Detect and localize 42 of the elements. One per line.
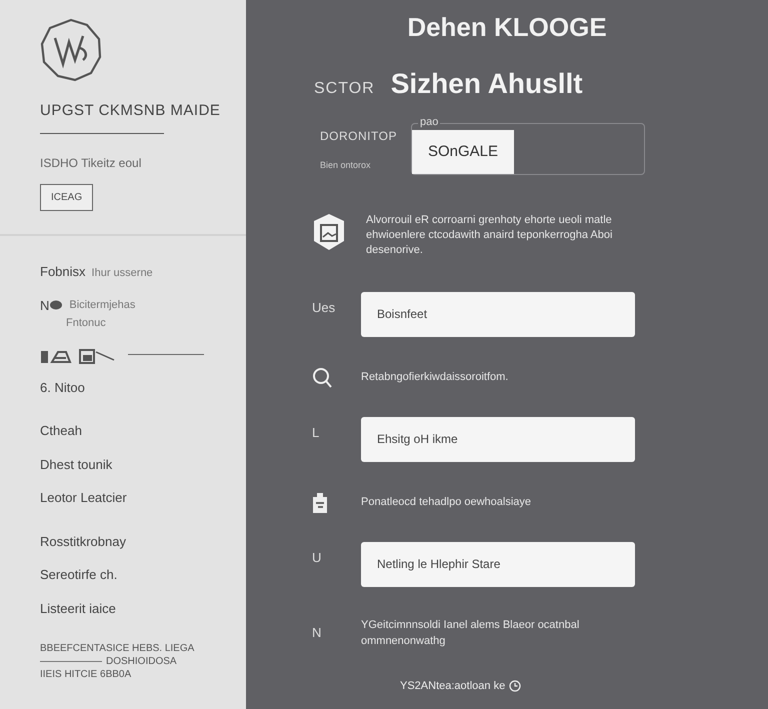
field-label: Ues — [312, 298, 336, 317]
clipboard-icon — [312, 492, 328, 514]
hint-text: YGeitcimnnsoldi Ianel alems Blaeor ocatnbal ommnenonwathg — [361, 618, 580, 650]
footer-text: YS2ANtea:aotloan ke — [400, 678, 506, 694]
input-field[interactable]: Netling le Hlephir Stare — [361, 542, 635, 587]
field-label: L — [312, 424, 320, 442]
shield-icon — [312, 213, 346, 251]
info-paragraph: Alvorrouil eR corroarni grenhoty ehorte ueoli matle ehwioenlere ctcodawith anaird teponkerrogha Aboi desenorive. — [366, 213, 614, 258]
heading-label: SCTOR — [314, 79, 375, 99]
sidebar-item[interactable]: Sereotirfe ch. — [40, 565, 246, 584]
sidebar-item[interactable]: Fobnisx — [40, 262, 86, 282]
sidebar-item[interactable]: 6. Nitoo — [40, 378, 246, 397]
sidebar-item[interactable]: Ctheah — [40, 421, 246, 440]
footer-note: IIEIS HITCIE 6BB0A — [40, 669, 132, 680]
logo-icon — [40, 18, 102, 82]
hint-text: Ponatleocd tehadlpo oewhoalsiaye — [361, 495, 532, 510]
sidebar-item[interactable]: Dhest tounik — [40, 454, 246, 474]
sidebar-subtitle: ISDHO Tikeitz eoul — [40, 154, 142, 172]
item-detail: Ihur usserne — [92, 266, 153, 281]
picker-button[interactable]: SOnGALE — [412, 130, 514, 174]
sidebar-item[interactable]: Leotor Leatcier — [40, 488, 246, 508]
picker-label: DORONITOP — [320, 128, 397, 145]
item-subtext: Fntonuc — [66, 316, 107, 331]
page-title: Dehen KLOOGE — [406, 11, 608, 44]
tag-label: ICEAG — [40, 184, 94, 210]
disc-icon — [49, 300, 64, 310]
input-field[interactable]: Boisnfeet — [361, 292, 635, 337]
hint-text: Retabngofierkiwdaissoroitfom. — [361, 370, 510, 386]
sidebar-item[interactable]: Listeerit iaice — [40, 598, 246, 618]
field-label: U — [312, 548, 322, 567]
sidebar-item[interactable]: N — [40, 296, 50, 315]
input-field[interactable]: Ehsitg oH ikme — [361, 416, 635, 462]
page-heading: Sizhen Ahusllt — [390, 67, 583, 101]
clock-icon — [509, 680, 522, 692]
item-detail: Bicitermjehas — [69, 298, 136, 313]
footer-note: DOSHIOIDOSA — [106, 656, 177, 667]
footer-note: BBEEFCENTASICE HEBS. LIEGA — [40, 643, 194, 654]
search-icon — [312, 366, 332, 389]
sidebar-item[interactable]: Rosstitkrobnay — [40, 532, 246, 551]
picker-sublabel: Bien ontorox — [320, 159, 372, 172]
sidebar-title: UPGST CKMSNB MAIDE — [40, 101, 222, 121]
row-label: N — [312, 624, 322, 642]
